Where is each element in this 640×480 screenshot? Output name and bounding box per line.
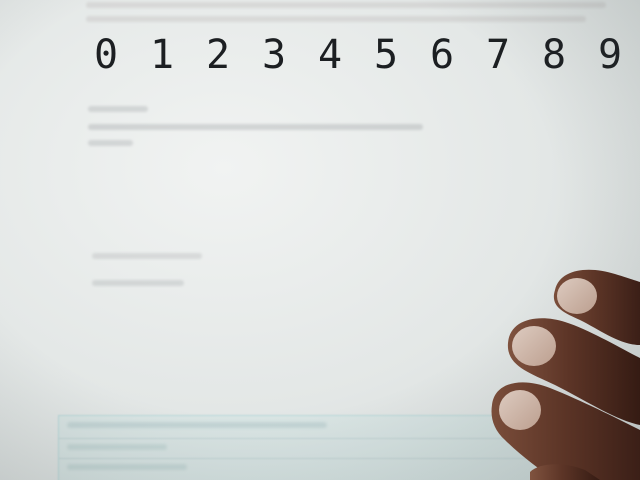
digit-5: 5 <box>373 32 399 78</box>
digit-6: 6 <box>429 32 455 78</box>
digit-0: 0 <box>93 32 119 78</box>
finger-top <box>553 269 640 345</box>
digit-9: 9 <box>597 32 623 78</box>
faint-text-line <box>92 253 202 259</box>
paper-sheet: 0 1 2 3 4 5 6 7 8 9 <box>0 0 640 480</box>
digit-3: 3 <box>261 32 287 78</box>
bleed-through-line <box>86 16 586 22</box>
bleed-through-line <box>86 2 606 8</box>
finger-middle <box>507 318 640 425</box>
digit-7: 7 <box>485 32 511 78</box>
digit-8: 8 <box>541 32 567 78</box>
faint-text-line <box>88 140 133 146</box>
digit-2: 2 <box>205 32 231 78</box>
faint-text-line <box>88 106 148 112</box>
digit-row: 0 1 2 3 4 5 6 7 8 9 <box>78 30 638 80</box>
faint-form-table <box>58 415 580 480</box>
digit-1: 1 <box>149 32 175 78</box>
faint-text-line <box>92 280 184 286</box>
faint-text-line <box>88 124 423 130</box>
digit-4: 4 <box>317 32 343 78</box>
